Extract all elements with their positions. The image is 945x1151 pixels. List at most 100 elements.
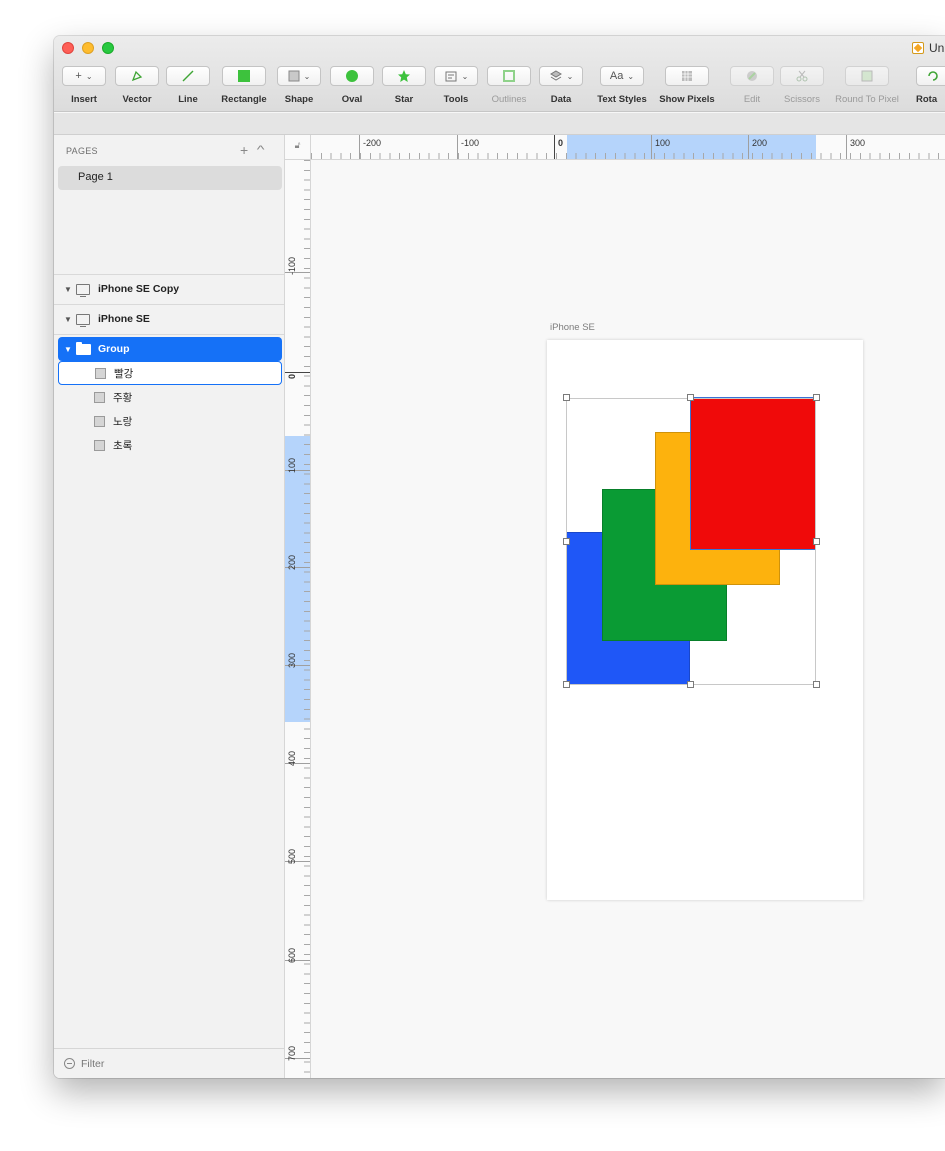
line-icon <box>182 70 194 82</box>
insert-tool[interactable]: + ⌄ Insert <box>62 66 106 108</box>
text-styles-tool[interactable]: Aa ⌄ Text Styles <box>591 66 653 108</box>
layer-row-red[interactable]: 빨강 <box>58 361 282 385</box>
ruler-label: -200 <box>363 138 382 148</box>
horizontal-ruler[interactable]: -200 -100 0 100 200 300 <box>311 135 945 160</box>
artboard-row-iphone-se[interactable]: ▼ iPhone SE <box>58 307 282 331</box>
disclosure-triangle-icon[interactable]: ▼ <box>64 345 76 354</box>
rotate-label: Rota <box>916 94 938 105</box>
outlines-button[interactable] <box>487 66 531 86</box>
disclosure-triangle-icon[interactable]: ▼ <box>64 285 76 294</box>
minimize-window-button[interactable] <box>82 42 94 54</box>
ruler-lock-corner[interactable]: 🔓︎ <box>285 135 311 160</box>
layer-row-yellow[interactable]: 노랑 <box>58 409 282 433</box>
folder-icon <box>76 341 91 355</box>
filter-placeholder: Filter <box>81 1057 105 1070</box>
close-window-button[interactable] <box>62 42 74 54</box>
data-button[interactable]: ⌄ <box>539 66 583 86</box>
round-to-pixel-label: Round To Pixel <box>835 94 899 105</box>
show-pixels-tool[interactable]: Show Pixels <box>656 66 718 108</box>
layer-row-group[interactable]: ▼ Group <box>58 337 282 361</box>
design-canvas[interactable]: iPhone SE <box>311 160 945 1078</box>
rotate-tool[interactable]: Rota <box>916 66 945 108</box>
ruler-label: 700 <box>287 1045 297 1061</box>
resize-handle-bottom[interactable] <box>687 681 694 688</box>
page-item-page-1[interactable]: Page 1 <box>58 166 282 190</box>
add-page-button[interactable]: + <box>240 142 248 158</box>
layer-name: 노랑 <box>113 415 133 428</box>
layer-row-green[interactable]: 초록 <box>58 433 282 457</box>
rotate-button[interactable] <box>916 66 945 86</box>
ruler-label: 200 <box>287 554 297 570</box>
ruler-label: 300 <box>287 652 297 668</box>
pages-header: PAGES <box>66 146 98 156</box>
oval-label: Oval <box>341 94 363 105</box>
resize-handle-top-left[interactable] <box>563 394 570 401</box>
vertical-ruler[interactable]: -100 0 100 200 300 400 500 600 700 <box>285 160 311 1078</box>
artboard-name: iPhone SE <box>98 313 150 325</box>
star-tool[interactable]: Star <box>382 66 426 108</box>
round-to-pixel-icon <box>861 70 873 82</box>
ruler-label: 0 <box>287 373 297 379</box>
artboard-row-iphone-se-copy[interactable]: ▼ iPhone SE Copy <box>58 277 282 301</box>
data-label: Data <box>550 94 572 105</box>
red-rectangle[interactable] <box>690 397 816 550</box>
ruler-label: 300 <box>850 138 866 148</box>
ruler-label: 200 <box>752 138 768 148</box>
outlines-tool[interactable]: Outlines <box>487 66 531 108</box>
resize-handle-right[interactable] <box>813 538 820 545</box>
plus-icon: + <box>75 70 82 82</box>
disclosure-triangle-icon[interactable]: ▼ <box>64 315 76 324</box>
scissors-tool[interactable]: Scissors <box>777 66 827 108</box>
rectangle-button[interactable] <box>222 66 266 86</box>
layer-divider <box>54 334 284 335</box>
layer-filter[interactable]: Filter <box>54 1048 284 1078</box>
edit-icon <box>747 71 757 81</box>
resize-handle-bottom-right[interactable] <box>813 681 820 688</box>
chevron-down-icon: ⌄ <box>627 71 635 81</box>
layer-row-orange[interactable]: 주황 <box>58 385 282 409</box>
layers-sidebar: PAGES + ^ Page 1 ▼ iPhone SE Copy ▼ iPho… <box>54 135 285 1078</box>
resize-handle-top-right[interactable] <box>813 394 820 401</box>
outlines-label: Outlines <box>491 94 527 105</box>
shape-square-icon <box>288 70 300 82</box>
oval-tool[interactable]: Oval <box>330 66 374 108</box>
maximize-window-button[interactable] <box>102 42 114 54</box>
sketch-document-icon <box>912 42 924 54</box>
star-button[interactable] <box>382 66 426 86</box>
shape-button[interactable]: ⌄ <box>277 66 321 86</box>
resize-handle-left[interactable] <box>563 538 570 545</box>
shape-tool[interactable]: ⌄ Shape <box>277 66 321 108</box>
window-controls <box>62 42 114 54</box>
ruler-zero-tick <box>285 372 310 373</box>
vector-button[interactable] <box>115 66 159 86</box>
chevron-down-icon: ⌄ <box>461 71 469 81</box>
scissors-button[interactable] <box>780 66 824 86</box>
show-pixels-button[interactable] <box>665 66 709 86</box>
star-icon <box>398 70 410 82</box>
artboard-title[interactable]: iPhone SE <box>550 322 595 333</box>
group-name: Group <box>98 343 130 355</box>
tools-button[interactable]: ⌄ <box>434 66 478 86</box>
oval-button[interactable] <box>330 66 374 86</box>
artboard-name: iPhone SE Copy <box>98 283 180 295</box>
rectangle-tool[interactable]: Rectangle <box>218 66 270 108</box>
inspector-tab-bar <box>54 113 945 135</box>
resize-handle-top[interactable] <box>687 394 694 401</box>
line-button[interactable] <box>166 66 210 86</box>
insert-button[interactable]: + ⌄ <box>62 66 106 86</box>
edit-tool[interactable]: Edit <box>730 66 774 108</box>
rotate-icon <box>928 71 938 81</box>
line-tool[interactable]: Line <box>166 66 210 108</box>
edit-button[interactable] <box>730 66 774 86</box>
text-styles-button[interactable]: Aa ⌄ <box>600 66 644 86</box>
vector-tool[interactable]: Vector <box>115 66 159 108</box>
collapse-pages-button[interactable]: ^ <box>257 144 265 158</box>
tools-tool[interactable]: ⌄ Tools <box>434 66 478 108</box>
star-label: Star <box>394 94 414 105</box>
rectangle-layer-icon <box>94 415 105 427</box>
data-tool[interactable]: ⌄ Data <box>539 66 583 108</box>
round-to-pixel-tool[interactable]: Round To Pixel <box>829 66 905 108</box>
scissors-label: Scissors <box>784 94 820 105</box>
round-to-pixel-button[interactable] <box>845 66 889 86</box>
resize-handle-bottom-left[interactable] <box>563 681 570 688</box>
